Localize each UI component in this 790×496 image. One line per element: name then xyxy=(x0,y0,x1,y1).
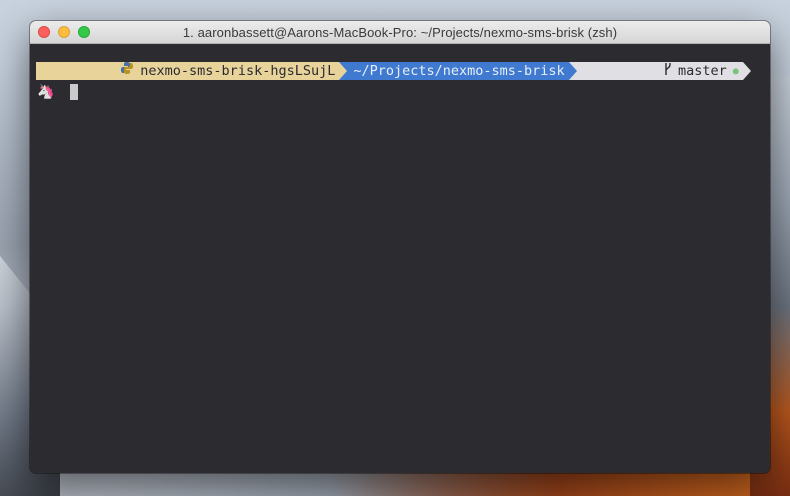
prompt-segment-path: ~/Projects/nexmo-sms-brisk xyxy=(347,62,569,80)
git-branch-name: master xyxy=(677,63,727,79)
prompt-line: nexmo-sms-brisk-hgsLSujL ~/Projects/nexm… xyxy=(36,62,770,80)
segment-separator xyxy=(339,62,348,80)
prompt-segment-virtualenv: nexmo-sms-brisk-hgsLSujL xyxy=(36,62,340,80)
close-button[interactable] xyxy=(38,26,50,38)
terminal-content[interactable]: nexmo-sms-brisk-hgsLSujL ~/Projects/nexm… xyxy=(30,44,770,473)
terminal-window[interactable]: 1. aaronbassett@Aarons-MacBook-Pro: ~/Pr… xyxy=(30,21,770,473)
virtualenv-name: nexmo-sms-brisk-hgsLSujL xyxy=(140,63,336,79)
segment-separator xyxy=(742,62,751,80)
minimize-button[interactable] xyxy=(58,26,70,38)
title-bar[interactable]: 1. aaronbassett@Aarons-MacBook-Pro: ~/Pr… xyxy=(30,21,770,44)
python-icon xyxy=(42,43,134,99)
window-title: 1. aaronbassett@Aarons-MacBook-Pro: ~/Pr… xyxy=(182,24,618,40)
text-cursor xyxy=(70,84,79,100)
prompt-segment-git: master ● xyxy=(576,62,743,80)
traffic-lights xyxy=(38,26,90,38)
current-directory: ~/Projects/nexmo-sms-brisk xyxy=(353,63,565,79)
zoom-button[interactable] xyxy=(78,26,90,38)
segment-separator xyxy=(568,62,577,80)
dirty-indicator-icon: ● xyxy=(732,65,739,77)
git-branch-icon xyxy=(583,46,672,96)
